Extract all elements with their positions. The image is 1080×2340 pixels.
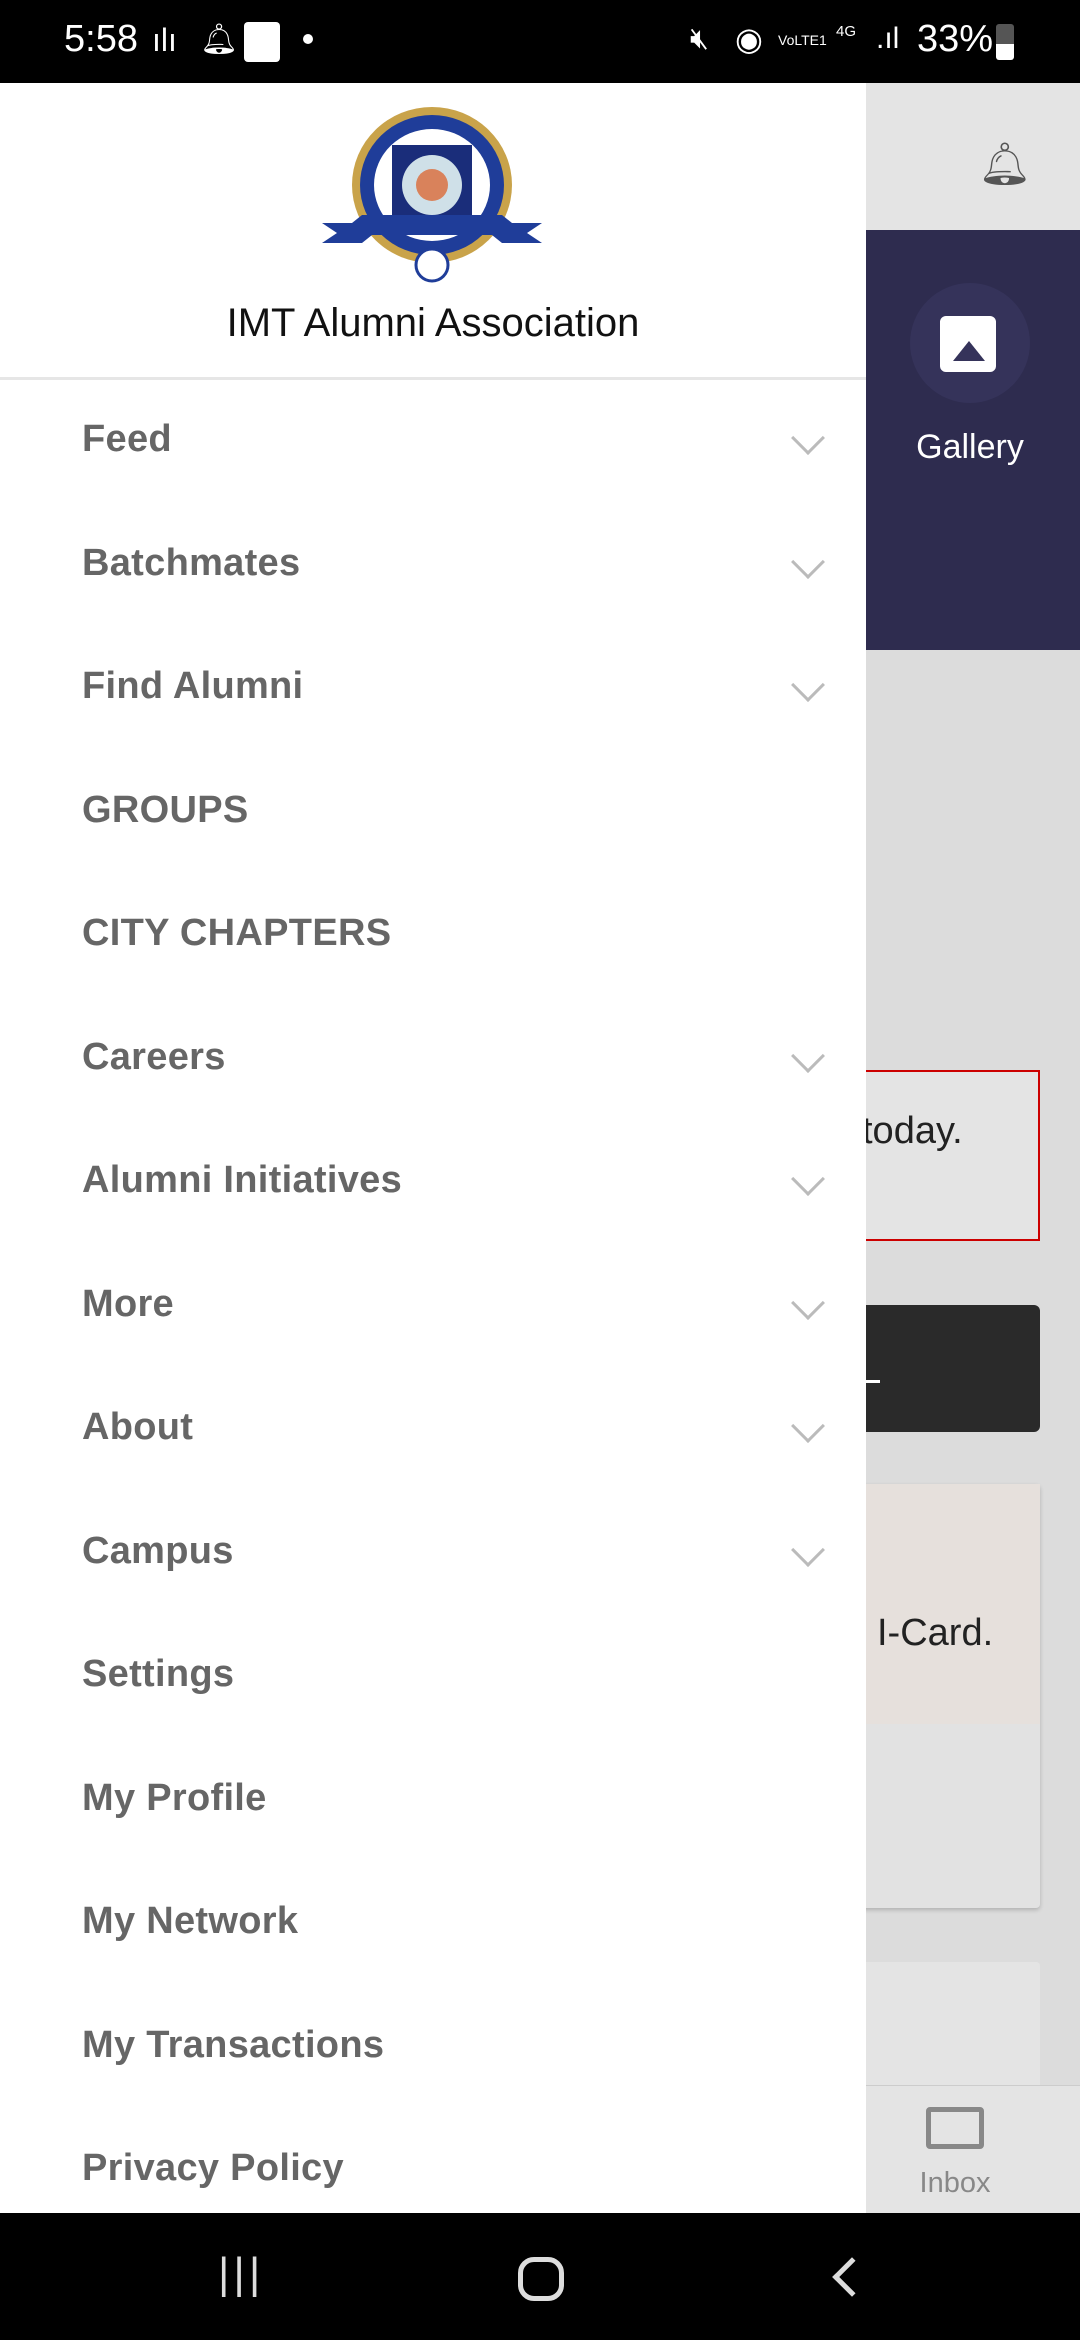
- menu-item-alumni-initiatives[interactable]: Alumni Initiatives: [0, 1119, 866, 1243]
- menu-item-label: Careers: [82, 1035, 226, 1078]
- notifications-bell-icon[interactable]: 🔔︎: [978, 140, 1031, 189]
- mute-icon: 🔇︎: [690, 22, 709, 55]
- signal-bars-icon: ılı: [152, 22, 177, 58]
- navigation-drawer: IMT Alumni Association Feed Batchmates F…: [0, 83, 866, 2213]
- menu-item-label: My Transactions: [82, 2023, 385, 2066]
- menu-item-feed[interactable]: Feed: [0, 378, 866, 502]
- drawer-menu: Feed Batchmates Find Alumni GROUPS CITY …: [0, 378, 866, 2231]
- chevron-down-icon[interactable]: [791, 1285, 825, 1320]
- dot-icon: [303, 34, 313, 44]
- cell-signal-icon: .ıl: [876, 22, 900, 55]
- menu-item-my-transactions[interactable]: My Transactions: [0, 1984, 866, 2108]
- network-type: 4G: [836, 23, 857, 40]
- menu-item-label: CITY CHAPTERS: [82, 912, 392, 954]
- menu-item-label: Find Alumni: [82, 665, 304, 707]
- menu-item-label: Privacy Policy: [82, 2147, 344, 2189]
- menu-item-label: My Network: [82, 1900, 299, 1942]
- chevron-down-icon[interactable]: [791, 1162, 825, 1196]
- drawer-title: IMT Alumni Association: [226, 301, 640, 345]
- menu-item-label: Feed: [82, 418, 172, 460]
- inbox-label[interactable]: Inbox: [900, 2167, 1010, 2200]
- chevron-down-icon[interactable]: [791, 1409, 825, 1443]
- menu-item-privacy-policy[interactable]: Privacy Policy: [0, 2107, 866, 2231]
- notification-bell-icon: 🔔︎: [200, 23, 239, 56]
- chevron-down-icon[interactable]: [791, 544, 825, 579]
- volte-indicator: VoLTE1: [778, 32, 827, 48]
- recents-icon[interactable]: |||: [218, 2249, 264, 2299]
- notice-text: today.: [862, 1110, 963, 1152]
- gallery-icon: [940, 316, 996, 372]
- status-bar: 5:58 ılı 🔔︎ 🔇︎ ◉ VoLTE1 4G .ıl 33%: [0, 0, 1080, 83]
- chevron-down-icon[interactable]: [791, 1038, 825, 1073]
- hotspot-icon: ◉: [735, 21, 763, 57]
- menu-item-about[interactable]: About: [0, 1366, 866, 1490]
- menu-item-label: More: [82, 1282, 174, 1325]
- menu-item-label: Campus: [82, 1529, 234, 1572]
- back-icon[interactable]: [832, 2257, 872, 2297]
- menu-item-label: GROUPS: [82, 788, 249, 831]
- status-time: 5:58: [64, 18, 138, 60]
- battery-percent: 33%: [917, 18, 994, 60]
- system-nav-bar: |||: [0, 2213, 1080, 2340]
- gallery-label: Gallery: [916, 428, 1024, 466]
- inbox-icon[interactable]: [926, 2107, 984, 2149]
- chevron-down-icon[interactable]: [791, 421, 825, 455]
- menu-item-find-alumni[interactable]: Find Alumni: [0, 625, 866, 749]
- menu-item-settings[interactable]: Settings: [0, 1613, 866, 1737]
- menu-item-label: Batchmates: [82, 541, 301, 584]
- imt-alumni-logo: [322, 107, 542, 283]
- menu-item-city-chapters[interactable]: CITY CHAPTERS: [0, 872, 866, 996]
- menu-item-my-profile[interactable]: My Profile: [0, 1737, 866, 1861]
- menu-item-groups[interactable]: GROUPS: [0, 749, 866, 873]
- menu-item-more[interactable]: More: [0, 1243, 866, 1367]
- menu-item-my-network[interactable]: My Network: [0, 1860, 866, 1984]
- chevron-down-icon[interactable]: [791, 1532, 825, 1567]
- menu-item-careers[interactable]: Careers: [0, 996, 866, 1120]
- menu-item-label: Settings: [82, 1653, 235, 1695]
- menu-item-label: Alumni Initiatives: [82, 1159, 403, 1201]
- puzzle-icon: [244, 22, 280, 62]
- chevron-down-icon[interactable]: [791, 668, 825, 702]
- menu-item-label: About: [82, 1406, 194, 1448]
- card-text: I-Card.: [877, 1612, 994, 1654]
- menu-item-campus[interactable]: Campus: [0, 1490, 866, 1614]
- menu-item-label: My Profile: [82, 1776, 267, 1819]
- menu-item-batchmates[interactable]: Batchmates: [0, 502, 866, 626]
- battery-icon: [996, 24, 1014, 60]
- home-icon[interactable]: [518, 2257, 564, 2301]
